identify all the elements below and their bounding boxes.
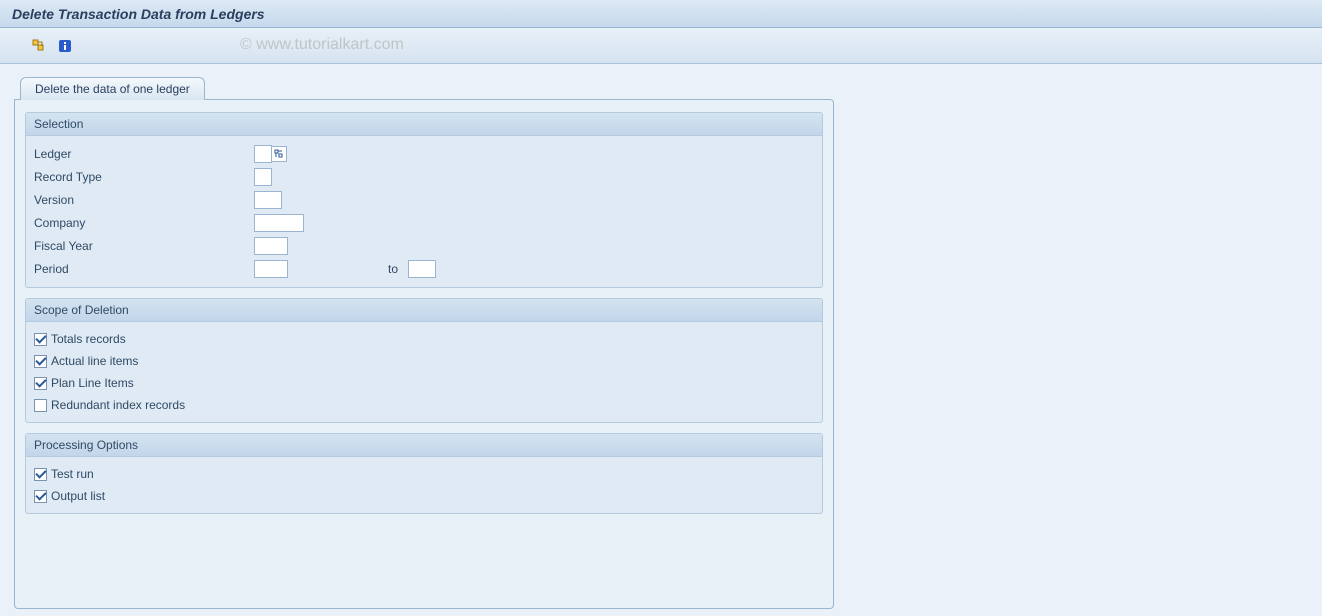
- tab-delete-ledger-data[interactable]: Delete the data of one ledger: [20, 77, 205, 100]
- label-fiscal-year: Fiscal Year: [34, 239, 254, 253]
- group-selection: Selection Ledger Record Type: [25, 112, 823, 288]
- chk-label-plan-line-items: Plan Line Items: [51, 376, 134, 390]
- tab-strip: Delete the data of one ledger: [20, 76, 1308, 99]
- chk-test-run[interactable]: [34, 468, 47, 481]
- group-selection-title: Selection: [26, 113, 822, 136]
- watermark: © www.tutorialkart.com: [240, 36, 404, 54]
- chk-redundant-index-records[interactable]: [34, 399, 47, 412]
- input-fiscal-year[interactable]: [254, 237, 288, 255]
- input-period-from[interactable]: [254, 260, 288, 278]
- chk-output-list[interactable]: [34, 490, 47, 503]
- input-record-type[interactable]: [254, 168, 272, 186]
- chk-actual-line-items[interactable]: [34, 355, 47, 368]
- input-company[interactable]: [254, 214, 304, 232]
- label-record-type: Record Type: [34, 170, 254, 184]
- label-ledger: Ledger: [34, 147, 254, 161]
- main-panel: Selection Ledger Record Type: [14, 99, 834, 609]
- label-period: Period: [34, 262, 254, 276]
- label-company: Company: [34, 216, 254, 230]
- chk-label-actual-line-items: Actual line items: [51, 354, 138, 368]
- group-processing-title: Processing Options: [26, 434, 822, 457]
- input-ledger[interactable]: [254, 145, 272, 163]
- label-to: to: [388, 262, 398, 276]
- chk-plan-line-items[interactable]: [34, 377, 47, 390]
- chk-label-test-run: Test run: [51, 467, 94, 481]
- chk-totals-records[interactable]: [34, 333, 47, 346]
- input-period-to[interactable]: [408, 260, 436, 278]
- chk-label-redundant-index-records: Redundant index records: [51, 398, 185, 412]
- execute-icon[interactable]: [30, 37, 48, 55]
- input-version[interactable]: [254, 191, 282, 209]
- title-bar: Delete Transaction Data from Ledgers: [0, 0, 1322, 28]
- toolbar: © www.tutorialkart.com: [0, 28, 1322, 64]
- content-area: Delete the data of one ledger Selection …: [0, 64, 1322, 616]
- search-help-icon[interactable]: [271, 146, 287, 162]
- page-title: Delete Transaction Data from Ledgers: [12, 6, 265, 22]
- chk-label-totals-records: Totals records: [51, 332, 126, 346]
- group-scope-title: Scope of Deletion: [26, 299, 822, 322]
- chk-label-output-list: Output list: [51, 489, 105, 503]
- group-processing: Processing Options Test run Output list: [25, 433, 823, 514]
- group-scope: Scope of Deletion Totals records Actual …: [25, 298, 823, 423]
- label-version: Version: [34, 193, 254, 207]
- info-icon[interactable]: [56, 37, 74, 55]
